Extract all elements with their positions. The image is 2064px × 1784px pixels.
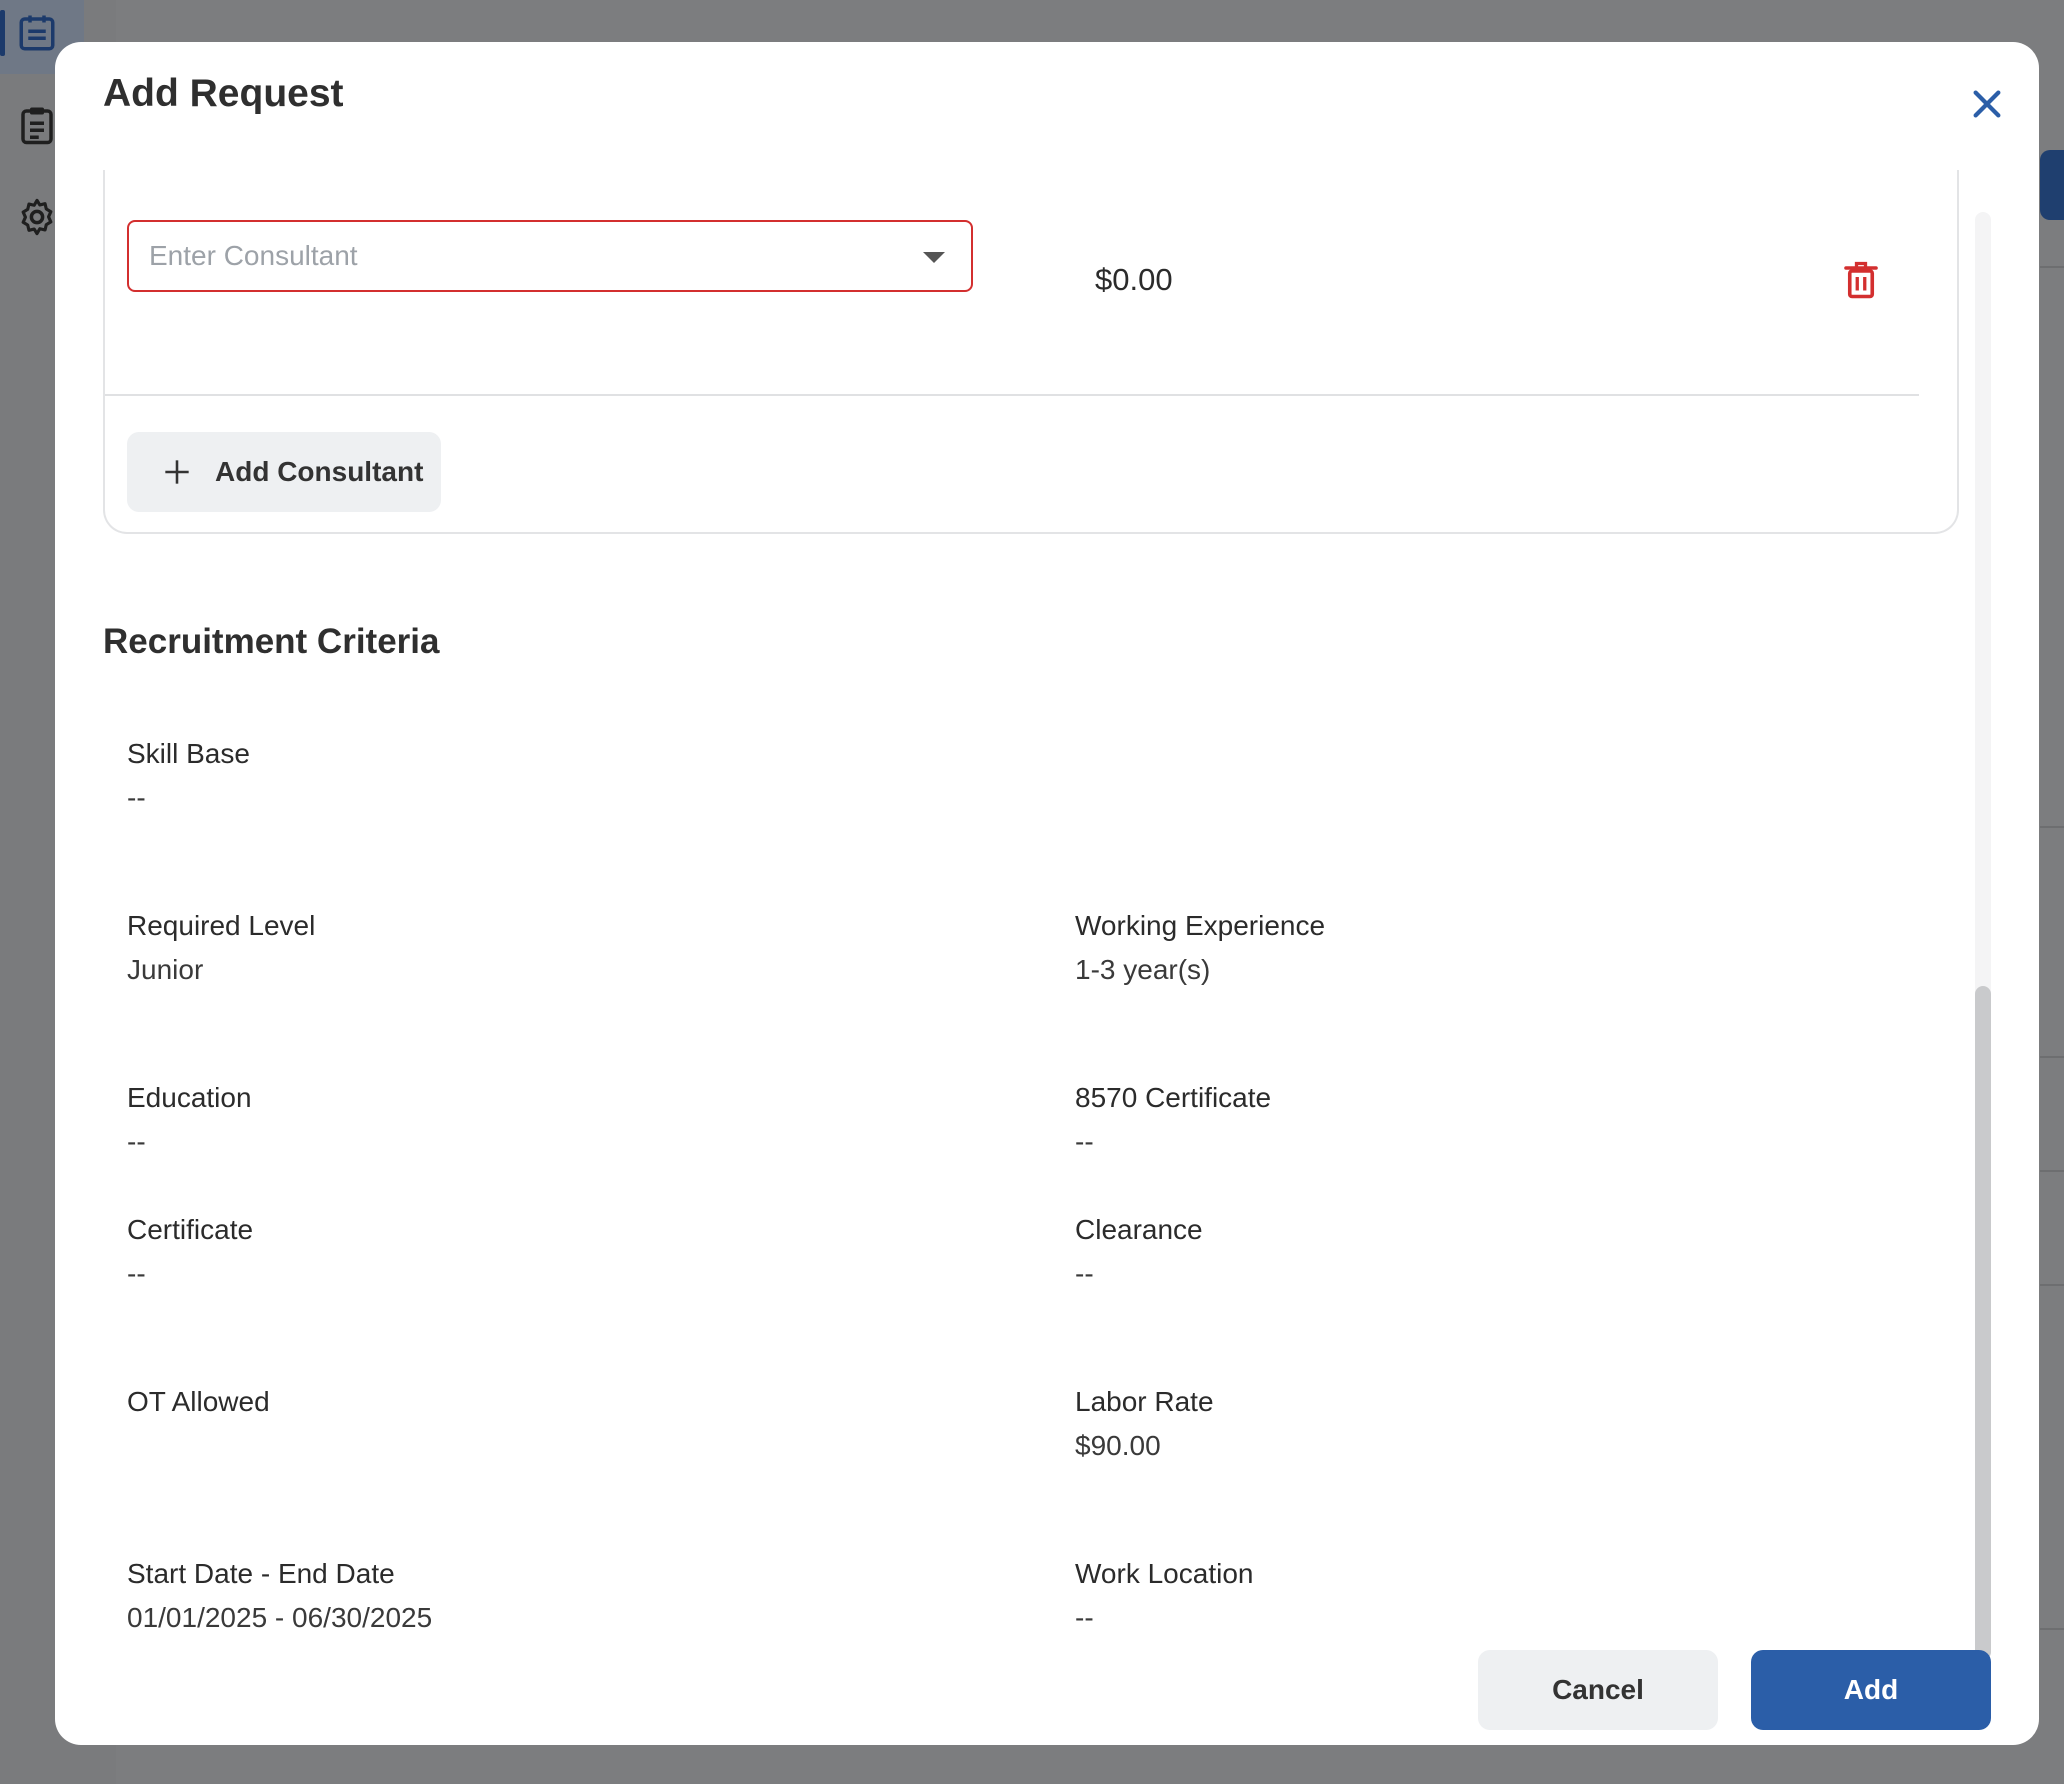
field-clearance: Clearance -- (1075, 1214, 1203, 1290)
background-button (2040, 150, 2064, 220)
scrollbar-thumb[interactable] (1975, 986, 1991, 1660)
field-label: Skill Base (127, 738, 250, 769)
field-value: $90.00 (1075, 1430, 1161, 1461)
background-divider (2040, 826, 2064, 828)
field-label: Start Date - End Date (127, 1558, 395, 1589)
active-indicator (0, 10, 5, 56)
card-divider (105, 394, 1919, 396)
gear-icon[interactable] (16, 196, 58, 238)
field-education: Education -- (127, 1082, 252, 1158)
cancel-button[interactable]: Cancel (1478, 1650, 1718, 1730)
field-value: -- (1075, 1258, 1094, 1289)
consultant-select[interactable]: Enter Consultant (127, 220, 973, 292)
field-label: Working Experience (1075, 910, 1326, 941)
consultant-price: $0.00 (1095, 262, 1173, 297)
modal-scroll-area[interactable]: Enter Consultant $0.00 Add Consultant Re… (55, 170, 2039, 1660)
field-value: -- (127, 1126, 146, 1157)
background-divider (2040, 1628, 2064, 1630)
field-value: Junior (127, 954, 204, 985)
field-value: 1-3 year(s) (1075, 954, 1211, 985)
delete-consultant-button[interactable] (1843, 260, 1883, 300)
plus-icon (165, 460, 189, 484)
field-value: 01/01/2025 - 06/30/2025 (127, 1602, 433, 1633)
calendar-list-icon (19, 15, 55, 51)
background-divider (2040, 266, 2064, 268)
add-consultant-label: Add Consultant (215, 456, 424, 487)
add-request-modal: Add Request Enter Consultant $0.00 Add C… (55, 42, 2039, 1745)
add-button[interactable]: Add (1751, 1650, 1991, 1730)
close-button[interactable] (1961, 78, 2013, 130)
field-required-level: Required Level Junior (127, 910, 315, 986)
field-work-location: Work Location -- (1075, 1558, 1253, 1634)
background-divider (2040, 1056, 2064, 1058)
caret-down-icon (923, 252, 945, 263)
consultant-select-placeholder: Enter Consultant (149, 240, 358, 271)
recruitment-criteria-title: Recruitment Criteria (103, 622, 440, 661)
field-labor-rate: Labor Rate $90.00 (1075, 1386, 1214, 1462)
close-icon (1973, 90, 2001, 118)
field-label: 8570 Certificate (1075, 1082, 1272, 1113)
field-value: -- (127, 1258, 146, 1289)
field-working-experience: Working Experience 1-3 year(s) (1075, 910, 1325, 986)
field-label: Labor Rate (1075, 1386, 1214, 1417)
field-label: Certificate (127, 1214, 254, 1245)
field-8570-certificate: 8570 Certificate -- (1075, 1082, 1271, 1158)
field-value: -- (1075, 1602, 1094, 1633)
field-label: Clearance (1075, 1214, 1203, 1245)
field-start-end-date: Start Date - End Date 01/01/2025 - 06/30… (127, 1558, 432, 1634)
modal-title: Add Request (103, 72, 344, 115)
field-label: Required Level (127, 910, 316, 941)
field-value: -- (1075, 1126, 1094, 1157)
trash-icon (1844, 261, 1878, 299)
field-ot-allowed: OT Allowed (127, 1386, 270, 1430)
clipboard-icon[interactable] (16, 104, 58, 146)
field-value: -- (127, 782, 146, 813)
background-divider (2040, 1284, 2064, 1286)
field-skill-base: Skill Base -- (127, 738, 250, 814)
field-label: Education (127, 1082, 252, 1113)
field-label: OT Allowed (127, 1386, 270, 1417)
consultant-card: Enter Consultant $0.00 Add Consultant (103, 170, 1959, 534)
field-label: Work Location (1075, 1558, 1254, 1589)
background-divider (2040, 1170, 2064, 1172)
field-certificate: Certificate -- (127, 1214, 253, 1290)
add-consultant-button[interactable]: Add Consultant (127, 432, 441, 512)
